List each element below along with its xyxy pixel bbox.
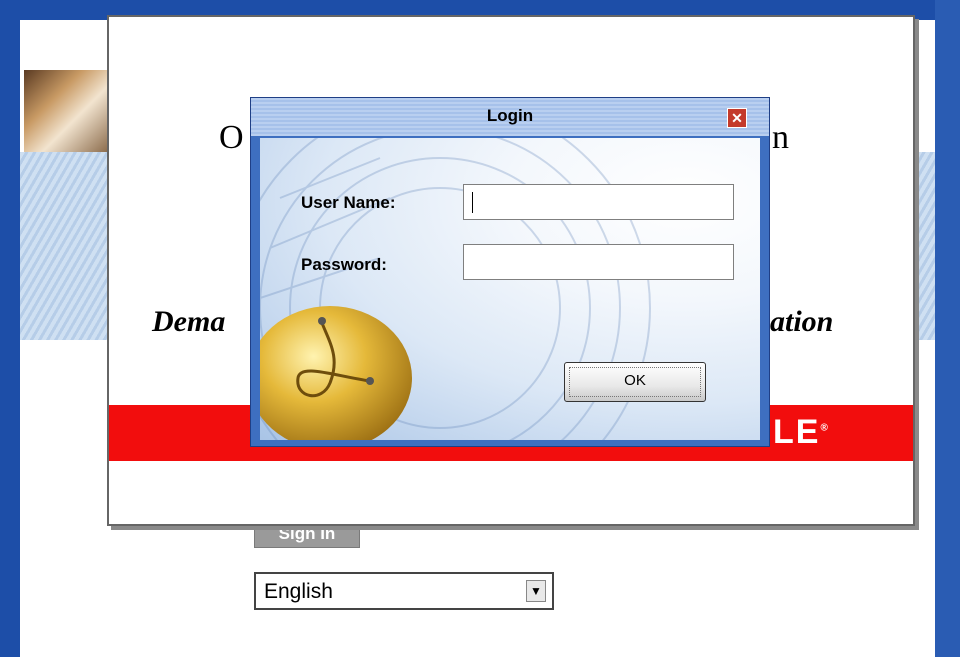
splash-tagline-left: Dema [152, 305, 226, 338]
splash-title-right: n [772, 119, 789, 156]
dropdown-arrow-icon[interactable]: ▼ [526, 580, 546, 602]
username-field[interactable] [463, 184, 734, 220]
text-caret [472, 192, 473, 213]
brand-mark-fragment: ' [912, 88, 920, 117]
dialog-title: Login [486, 106, 534, 125]
dialog-title-bar[interactable]: Login ✕ [251, 98, 769, 136]
language-select[interactable]: English ▼ [254, 572, 554, 610]
desktop-background-right [935, 0, 960, 657]
password-field[interactable] [463, 244, 734, 280]
splash-title-left: O [219, 119, 244, 156]
header-photo [24, 70, 109, 152]
login-dialog: Login ✕ User Name: Password: OK [250, 97, 770, 447]
brand-logo: LE® [773, 413, 830, 451]
ok-button[interactable]: OK [564, 362, 706, 402]
splash-tagline-right: ation [770, 305, 834, 338]
language-select-value: English [264, 580, 333, 603]
close-icon[interactable]: ✕ [727, 108, 747, 128]
password-label: Password: [301, 255, 387, 274]
dialog-body: User Name: Password: OK [260, 138, 760, 440]
ok-button-focus-ring [569, 367, 701, 397]
desktop-background-left [0, 0, 20, 657]
username-label: User Name: [301, 193, 396, 212]
